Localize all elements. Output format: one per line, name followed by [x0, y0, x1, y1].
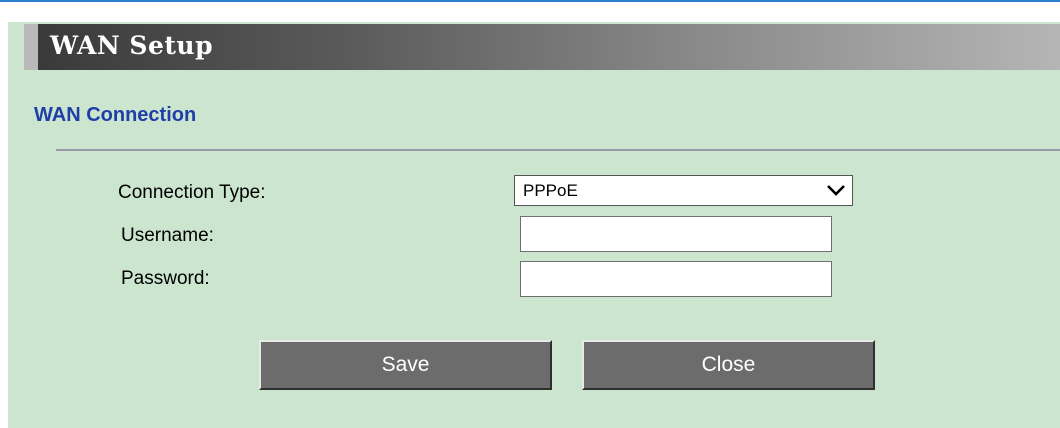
- connection-type-label: Connection Type:: [118, 182, 266, 203]
- close-button[interactable]: Close: [582, 340, 875, 390]
- chevron-down-icon: [827, 185, 845, 196]
- save-button[interactable]: Save: [259, 340, 552, 390]
- username-input[interactable]: [520, 216, 832, 252]
- top-accent-line: [0, 0, 1060, 2]
- password-label: Password:: [121, 268, 210, 289]
- connection-type-select[interactable]: PPPoE: [514, 175, 853, 206]
- section-title: WAN Connection: [34, 104, 197, 126]
- page-title: WAN Setup: [50, 31, 214, 60]
- password-input[interactable]: [520, 261, 832, 297]
- username-label: Username:: [121, 225, 214, 246]
- page-header-bar: WAN Setup: [24, 24, 1060, 70]
- section-divider: [56, 149, 1060, 151]
- connection-type-value: PPPoE: [523, 181, 578, 200]
